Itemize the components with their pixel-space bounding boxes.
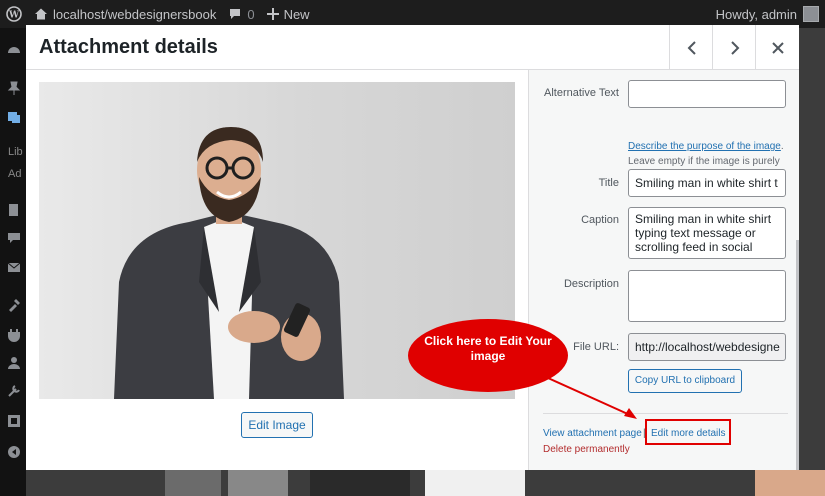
site-name-link[interactable]: localhost/webdesignersbook xyxy=(28,0,222,28)
description-field[interactable] xyxy=(628,270,786,322)
help-period: . xyxy=(780,141,784,152)
alt-text-label: Alternative Text xyxy=(543,87,619,99)
title-field[interactable]: Smiling man in white shirt t xyxy=(628,169,786,197)
plus-icon xyxy=(266,8,279,20)
wordpress-logo-icon[interactable]: W xyxy=(0,0,28,28)
modal-title: Attachment details xyxy=(39,36,218,58)
description-label: Description xyxy=(563,278,619,290)
attachment-details-modal: Attachment details Edit Image Alternativ… xyxy=(26,25,799,470)
caption-field[interactable]: Smiling man in white shirt typing text m… xyxy=(628,207,786,259)
comments-count: 0 xyxy=(247,6,255,22)
library-thumbnail[interactable] xyxy=(165,470,221,496)
home-icon xyxy=(35,8,47,20)
close-button[interactable] xyxy=(755,25,799,70)
title-label: Title xyxy=(598,177,619,189)
site-name: localhost/webdesignersbook xyxy=(53,6,217,22)
library-thumbnail[interactable] xyxy=(425,470,525,496)
close-icon xyxy=(771,41,784,54)
sidebar-scrollbar[interactable] xyxy=(796,240,799,470)
appearance-icon[interactable] xyxy=(7,298,21,312)
library-thumbnail[interactable] xyxy=(755,470,825,496)
chevron-left-icon xyxy=(687,40,696,55)
admin-side-menu: Lib Ad xyxy=(0,28,26,496)
divider xyxy=(543,413,788,414)
describe-purpose-link[interactable]: Describe the purpose of the image xyxy=(628,141,781,152)
callout-text: Click here to Edit Your image xyxy=(424,334,552,363)
attachment-details-sidebar: Alternative Text Describe the purpose of… xyxy=(528,70,799,470)
file-url-field[interactable]: http://localhost/webdesigne xyxy=(628,333,786,361)
tools-icon[interactable] xyxy=(7,384,21,398)
my-account-link[interactable]: Howdy, admin xyxy=(710,0,825,28)
pages-icon[interactable] xyxy=(7,203,21,217)
plugins-icon[interactable] xyxy=(7,328,21,342)
settings-icon[interactable] xyxy=(7,414,21,428)
delete-permanently-link[interactable]: Delete permanently xyxy=(543,444,630,455)
comment-icon xyxy=(230,9,241,19)
pin-icon[interactable] xyxy=(7,81,21,95)
copy-url-button[interactable]: Copy URL to clipboard xyxy=(628,369,742,393)
library-thumbnail[interactable] xyxy=(228,470,288,496)
media-icon[interactable] xyxy=(7,110,21,124)
previous-button[interactable] xyxy=(669,25,713,70)
comments-icon[interactable] xyxy=(7,231,21,245)
edit-image-button[interactable]: Edit Image xyxy=(241,412,313,438)
edit-more-details-highlight xyxy=(645,419,731,445)
mail-icon[interactable] xyxy=(7,260,21,274)
modal-header: Attachment details xyxy=(26,25,799,70)
users-icon[interactable] xyxy=(7,356,21,370)
sidemenu-library-item[interactable]: Lib xyxy=(8,146,23,158)
alt-text-field[interactable] xyxy=(628,80,786,108)
howdy-label: Howdy, admin xyxy=(715,6,797,22)
callout-bubble: Click here to Edit Your image xyxy=(408,319,568,392)
collapse-menu-icon[interactable] xyxy=(7,445,21,459)
svg-text:W: W xyxy=(8,11,20,21)
new-content-link[interactable]: New xyxy=(261,0,316,28)
admin-bar: W localhost/webdesignersbook 0 New Howdy… xyxy=(0,0,825,28)
library-thumbnail[interactable] xyxy=(310,470,410,496)
next-button[interactable] xyxy=(712,25,756,70)
chevron-right-icon xyxy=(730,40,739,55)
caption-label: Caption xyxy=(581,214,619,226)
avatar xyxy=(803,6,819,22)
view-attachment-page-link[interactable]: View attachment page xyxy=(543,428,642,439)
sidemenu-add-new-item[interactable]: Ad xyxy=(8,168,21,180)
new-label: New xyxy=(283,6,310,22)
comments-link[interactable]: 0 xyxy=(222,0,260,28)
dashboard-icon[interactable] xyxy=(7,43,21,57)
